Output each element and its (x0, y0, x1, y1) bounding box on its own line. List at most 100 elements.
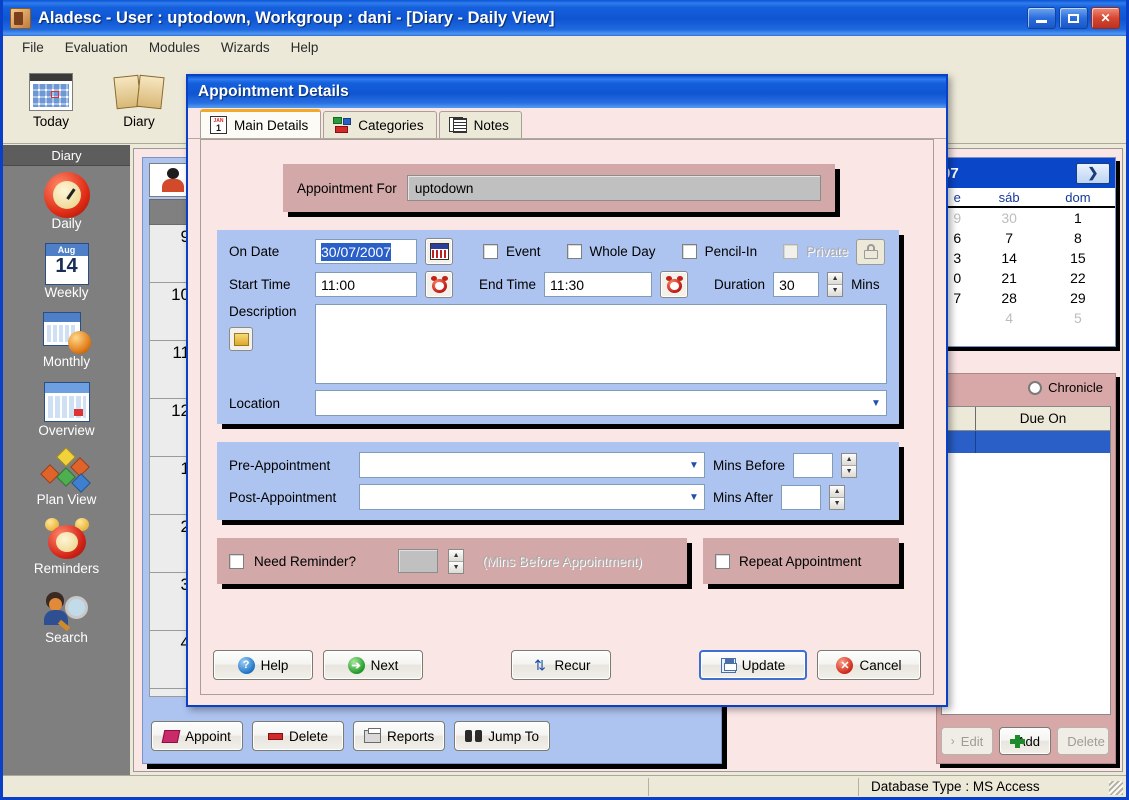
calendar-day[interactable]: 8 (1041, 228, 1115, 248)
spinner-down[interactable]: ▼ (449, 561, 464, 573)
tab-main-details[interactable]: Main Details (200, 109, 322, 138)
sidebar-item-reminders[interactable]: Reminders (3, 511, 130, 580)
mins-after-spinner[interactable]: ▲ ▼ (829, 484, 846, 510)
menu-item-modules[interactable]: Modules (140, 37, 209, 58)
description-textarea[interactable] (315, 304, 887, 384)
calendar-day[interactable]: 15 (1041, 248, 1115, 268)
spinner-down[interactable]: ▼ (828, 285, 843, 296)
calendar-day[interactable]: 29 (1041, 288, 1115, 308)
sidebar-item-monthly[interactable]: Monthly (3, 304, 130, 373)
calendar-day[interactable]: 21 (977, 268, 1040, 288)
toolbar-item-today[interactable]: Today (11, 60, 91, 129)
sidebar-item-label: Plan View (36, 492, 97, 507)
delete-appointment-button[interactable]: Delete (252, 721, 344, 751)
jump-to-button[interactable]: Jump To (454, 721, 551, 751)
reminder-mins-input[interactable] (398, 549, 439, 573)
calendar-day[interactable]: 28 (977, 288, 1040, 308)
mins-before-spinner[interactable]: ▲ ▼ (841, 452, 858, 478)
sidebar-item-daily[interactable]: Daily (3, 166, 130, 235)
whole-day-checkbox[interactable] (566, 244, 582, 259)
spinner-up[interactable]: ▲ (830, 485, 845, 498)
description-folder-icon[interactable] (229, 327, 253, 351)
menu-item-help[interactable]: Help (282, 37, 328, 58)
button-label: Reports (387, 728, 435, 744)
cancel-button[interactable]: ✕ Cancel (817, 650, 921, 680)
toolbar-item-label: Today (32, 114, 70, 129)
post-appointment-combo[interactable]: ▼ (359, 484, 705, 510)
chronicle-edit-button[interactable]: › Edit (941, 727, 993, 755)
on-date-input[interactable]: 30/07/2007 (315, 239, 417, 264)
mini-calendar-grid[interactable]: e sáb dom 9 30 1 6 7 8 3 14 15 0 21 22 7… (937, 188, 1115, 328)
event-checkbox[interactable] (483, 244, 498, 259)
end-time-alarm-button[interactable] (660, 271, 689, 298)
reports-button[interactable]: Reports (353, 721, 446, 751)
next-button[interactable]: ➔ Next (323, 650, 423, 680)
mins-after-input[interactable] (781, 484, 822, 510)
menu-item-file[interactable]: File (13, 37, 53, 58)
spinner-down[interactable]: ▼ (842, 465, 857, 477)
mins-before-input[interactable] (793, 452, 834, 478)
pencil-in-checkbox[interactable] (681, 244, 697, 259)
chronicle-buttons: › Edit Add Delete (941, 727, 1109, 755)
tab-categories[interactable]: Categories (323, 111, 437, 138)
calendar-day[interactable]: 30 (977, 207, 1040, 228)
need-reminder-checkbox[interactable] (229, 553, 244, 569)
pre-appointment-combo[interactable]: ▼ (359, 452, 705, 478)
start-time-alarm-button[interactable] (425, 271, 453, 298)
weekday-header: dom (1065, 190, 1091, 205)
reminder-mins-spinner[interactable]: ▲ ▼ (448, 548, 465, 574)
calendar-day[interactable]: 7 (977, 228, 1040, 248)
chevron-down-icon[interactable]: ▼ (866, 391, 886, 415)
sidebar-item-overview[interactable]: Overview (3, 373, 130, 442)
maximize-button[interactable] (1059, 7, 1088, 29)
appointment-tag-icon (161, 729, 181, 743)
calendar-day[interactable]: 22 (1041, 268, 1115, 288)
pre-post-appointment-group: Pre-Appointment ▼ Mins Before ▲ ▼ Post-Ap… (217, 442, 899, 520)
sidebar-item-plan-view[interactable]: Plan View (3, 442, 130, 511)
sidebar-item-weekly[interactable]: Aug 14 Weekly (3, 235, 130, 304)
menu-item-evaluation[interactable]: Evaluation (56, 37, 137, 58)
date-picker-button[interactable] (425, 238, 453, 265)
start-time-input[interactable]: 11:00 (315, 272, 417, 297)
sidebar-item-search[interactable]: Search (3, 580, 130, 649)
update-button[interactable]: Update (699, 650, 807, 680)
chronicle-list[interactable]: Due On (941, 406, 1111, 715)
calendar-day[interactable]: 14 (977, 248, 1040, 268)
spinner-up[interactable]: ▲ (842, 453, 857, 466)
duration-input[interactable]: 30 (773, 272, 820, 297)
chronicle-selected-row[interactable] (942, 431, 1110, 453)
calendar-day[interactable]: 5 (1041, 308, 1115, 328)
private-lock-button[interactable] (856, 238, 886, 265)
calendar-day[interactable]: 1 (1041, 207, 1115, 228)
toolbar-item-diary[interactable]: Diary (99, 60, 179, 129)
chevron-down-icon[interactable]: ▼ (684, 453, 704, 477)
resize-grip[interactable] (1109, 781, 1123, 795)
location-combo[interactable]: ▼ (315, 390, 887, 416)
duration-spinner[interactable]: ▲ ▼ (827, 272, 844, 297)
close-button[interactable]: ✕ (1091, 7, 1120, 29)
chronicle-add-button[interactable]: Add (999, 727, 1051, 755)
repeat-appointment-checkbox[interactable] (715, 553, 730, 569)
next-month-button[interactable]: ❯ (1076, 162, 1110, 184)
chronicle-radio-row[interactable]: Chronicle (937, 374, 1115, 399)
chronicle-delete-button[interactable]: Delete (1057, 727, 1109, 755)
spinner-up[interactable]: ▲ (828, 273, 843, 285)
private-checkbox[interactable] (783, 244, 799, 259)
chronicle-radio[interactable] (1028, 380, 1043, 395)
tab-notes[interactable]: Notes (438, 111, 522, 138)
minimize-button[interactable] (1027, 7, 1056, 29)
mini-calendar-header: 07 ❯ (937, 158, 1115, 188)
calendar-day[interactable]: 4 (977, 308, 1040, 328)
appoint-button[interactable]: Appoint (151, 721, 243, 751)
button-label: Jump To (488, 728, 540, 744)
spinner-up[interactable]: ▲ (449, 549, 464, 562)
chevron-down-icon[interactable]: ▼ (684, 485, 704, 509)
duration-units-label: Mins (851, 277, 880, 292)
end-time-input[interactable]: 11:30 (544, 272, 653, 297)
delete-icon (267, 732, 283, 740)
recur-button[interactable]: ⇅ Recur (511, 650, 611, 680)
duration-label: Duration (714, 277, 766, 292)
help-button[interactable]: ? Help (213, 650, 313, 680)
spinner-down[interactable]: ▼ (830, 497, 845, 509)
menu-item-wizards[interactable]: Wizards (212, 37, 279, 58)
